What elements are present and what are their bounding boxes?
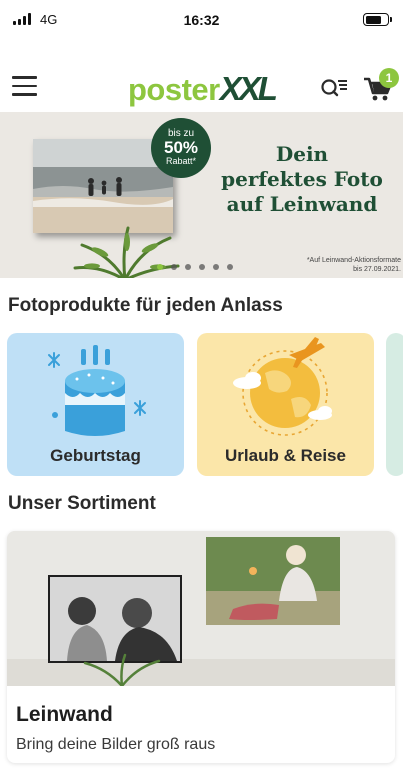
carousel-dot[interactable] — [199, 264, 205, 270]
banner-headline: Dein perfektes Foto auf Leinwand — [221, 142, 383, 216]
occasions-section-title: Fotoprodukte für jeden Anlass — [8, 295, 283, 316]
status-bar: 4G 16:32 — [0, 0, 403, 40]
carousel-dot[interactable] — [213, 264, 219, 270]
assortment-section-title: Unser Sortiment — [8, 493, 156, 514]
hamburger-menu-icon[interactable] — [12, 76, 37, 96]
carousel-pagination[interactable] — [157, 264, 233, 270]
occasion-label: Geburtstag — [50, 446, 141, 465]
banner-footnote: *Auf Leinwand-Aktionsformate bis 27.09.2… — [306, 257, 401, 273]
promo-banner[interactable]: bis zu 50% Rabatt* Dein perfektes Foto a… — [0, 112, 403, 278]
carousel-dot[interactable] — [157, 264, 163, 270]
occasion-card-birthday[interactable]: Geburtstag — [7, 333, 184, 476]
cart-count-badge: 1 — [379, 68, 399, 88]
discount-badge: bis zu 50% Rabatt* — [151, 118, 211, 178]
product-subtitle: Bring deine Bilder groß raus — [16, 736, 216, 753]
carousel-dot[interactable] — [227, 264, 233, 270]
app-header: posterXXL 1 — [0, 60, 403, 112]
occasion-label: Urlaub & Reise — [225, 446, 346, 465]
battery-icon — [363, 13, 392, 26]
clock: 16:32 — [183, 12, 220, 28]
product-card-canvas[interactable]: Leinwand Bring deine Bilder groß raus — [7, 531, 395, 763]
occasion-card-travel[interactable]: Urlaub & Reise — [197, 333, 374, 476]
occasion-card-next-peek[interactable] — [386, 333, 403, 476]
posterxxl-logo[interactable]: posterXXL — [128, 70, 278, 108]
carousel-dot[interactable] — [171, 264, 177, 270]
search-filter-icon[interactable] — [320, 76, 348, 100]
product-title: Leinwand — [16, 703, 113, 726]
carousel-dot[interactable] — [185, 264, 191, 270]
product-image — [7, 531, 395, 686]
